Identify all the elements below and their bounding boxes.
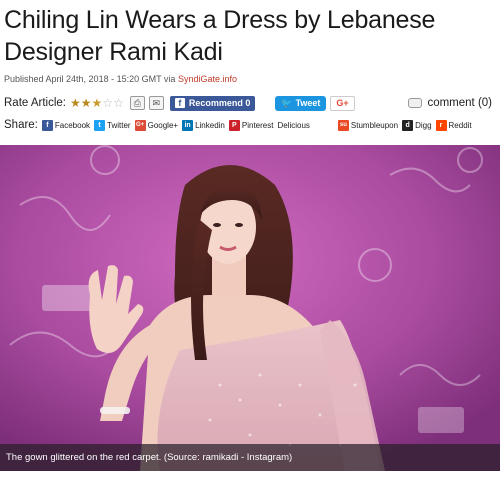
empty-star-icon[interactable]: ☆ [102,97,113,109]
share-reddit[interactable]: r Reddit [435,119,472,131]
share-label: Share: [4,119,38,131]
tweet-button[interactable]: 🐦 Tweet [275,95,327,111]
share-pinterest-label: Pinterest [241,120,274,130]
twitter-bird-icon: 🐦 [281,97,293,108]
rate-toolbar: Rate Article: ★ ★ ★ ☆ ☆ ⎙ ✉ f Recommend 0… [4,93,496,113]
share-stumbleupon-label: Stumbleupon [350,120,399,130]
email-icon[interactable]: ✉ [148,96,164,110]
digg-icon: d [402,119,414,131]
recommend-label: Recommend 0 [188,98,251,108]
share-linkedin-label: Linkedin [195,120,225,130]
share-google-plus[interactable]: G+ Google+ [134,119,179,131]
google-plus-icon: G+ [134,119,146,131]
facebook-icon: f [41,119,53,131]
rate-label: Rate Article: [4,97,66,109]
comment-label: comment (0) [427,97,492,109]
share-delicious[interactable]: Delicious [277,121,309,130]
reddit-icon: r [435,119,447,131]
published-text: Published April 24th, 2018 - 15:20 GMT v… [4,74,178,84]
article-title: Chiling Lin Wears a Dress by Lebanese De… [4,6,436,66]
empty-star-icon[interactable]: ☆ [113,97,124,109]
share-stumbleupon[interactable]: su Stumbleupon [337,119,399,131]
star-icon[interactable]: ★ [70,97,81,109]
star-rating[interactable]: ★ ★ ★ ☆ ☆ [70,97,124,109]
google-plus-button[interactable]: G+ [330,95,355,111]
share-linkedin[interactable]: in Linkedin [182,119,225,131]
share-google-plus-label: Google+ [147,120,179,130]
photo-caption: The gown glittered on the red carpet. (S… [0,444,500,471]
share-facebook[interactable]: f Facebook [41,119,91,131]
print-icon[interactable]: ⎙ [129,96,145,110]
share-reddit-label: Reddit [448,120,472,130]
share-twitter-label: Twitter [107,120,131,130]
facebook-icon: f [174,98,185,108]
tweet-label: Tweet [295,98,321,108]
star-icon[interactable]: ★ [81,97,92,109]
share-bar: Share: f Facebook t Twitter G+ Google+ in Li… [4,116,496,134]
article-meta: Published April 24th, 2018 - 15:20 GMT v… [4,74,237,84]
half-star-icon[interactable]: ★ [92,97,103,109]
share-facebook-label: Facebook [54,120,91,130]
share-delicious-label: Delicious [277,120,310,130]
comment-bubble-icon [408,98,423,108]
share-pinterest[interactable]: P Pinterest [228,119,274,131]
share-digg-label: Digg [415,120,432,130]
pinterest-icon: P [228,119,240,131]
comment-link[interactable]: comment (0) [408,97,492,109]
share-digg[interactable]: d Digg [402,119,432,131]
share-twitter[interactable]: t Twitter [94,119,131,131]
photo-illustration [0,145,500,471]
facebook-recommend-button[interactable]: f Recommend 0 [169,95,256,111]
source-link[interactable]: SyndiGate.info [178,74,237,84]
twitter-icon: t [94,119,106,131]
linkedin-icon: in [182,119,194,131]
article-photo [0,145,500,471]
stumbleupon-icon: su [337,119,349,131]
